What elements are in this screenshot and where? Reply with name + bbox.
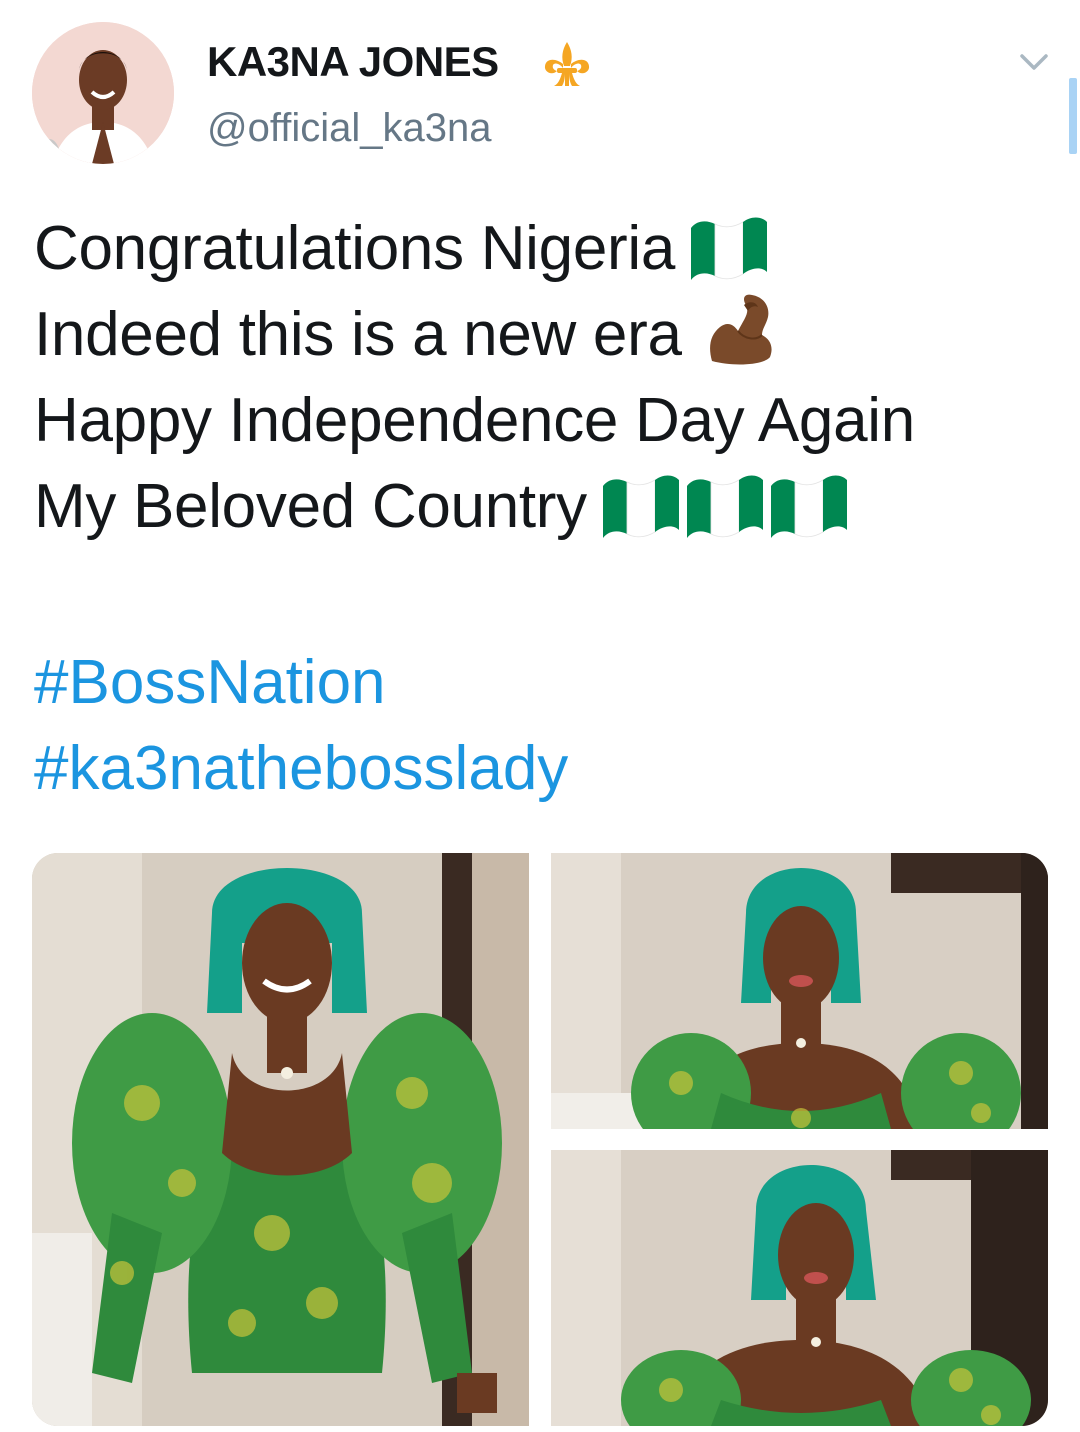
scroll-indicator <box>1069 78 1077 154</box>
display-name[interactable]: KA3NA JONES <box>207 38 499 86</box>
tweet-line-4: My Beloved Country <box>34 464 1064 550</box>
nigeria-flag-icon <box>686 475 763 538</box>
nigeria-flag-icon <box>602 475 679 538</box>
fleur-de-lis-icon <box>544 42 590 86</box>
tweet-line-2: Indeed this is a new era <box>34 292 1064 378</box>
author-handle[interactable]: @official_ka3na <box>207 106 492 151</box>
flags-group <box>599 472 851 541</box>
media-photo-1[interactable] <box>32 853 529 1426</box>
media-photo-3[interactable] <box>551 1150 1048 1426</box>
tweet-line-1: Congratulations Nigeria <box>34 206 1064 292</box>
avatar-photo <box>32 22 174 164</box>
photo-image <box>551 853 1048 1129</box>
tweet-text: Congratulations Nigeria Indeed this is a… <box>34 206 1064 550</box>
chevron-down-icon[interactable] <box>1016 48 1052 76</box>
nigeria-flag-icon <box>691 217 768 280</box>
media-photo-2[interactable] <box>551 853 1048 1129</box>
photo-image <box>32 853 529 1426</box>
media-grid <box>32 853 1048 1426</box>
hashtag-ka3natheboss-lady[interactable]: #ka3natheboss​lady <box>34 726 568 812</box>
nigeria-flag-icon <box>770 475 847 538</box>
photo-image <box>551 1150 1048 1426</box>
flexed-biceps-icon <box>709 294 772 365</box>
hashtags: #BossNation #ka3natheboss​lady <box>34 640 568 812</box>
tweet-line-3: Happy Independence Day Again <box>34 386 915 455</box>
hashtag-bossnation[interactable]: #BossNation <box>34 640 568 726</box>
author-avatar[interactable] <box>32 22 174 164</box>
